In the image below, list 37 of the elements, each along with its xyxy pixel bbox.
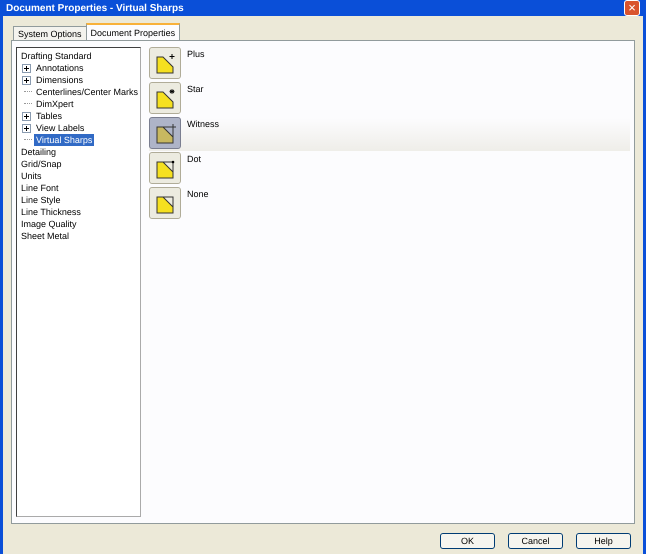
tree-item[interactable]: Line Style — [19, 194, 63, 206]
option-label: Plus — [187, 48, 205, 61]
tree-item[interactable]: Line Thickness — [19, 206, 83, 218]
tree-item[interactable]: Image Quality — [19, 218, 79, 230]
tree-item[interactable]: Grid/Snap — [19, 158, 64, 170]
dialog-button[interactable]: Help — [576, 533, 631, 549]
tree-item[interactable]: Drafting Standard — [19, 50, 94, 62]
option-button[interactable] — [149, 117, 181, 149]
tree-item[interactable]: Tables — [34, 110, 64, 122]
tree-item[interactable]: Virtual Sharps — [34, 134, 94, 146]
tab[interactable]: System Options — [13, 26, 87, 40]
tree-item[interactable]: DimXpert — [34, 98, 76, 110]
tree-item[interactable]: Units — [19, 170, 44, 182]
option-label: None — [187, 188, 209, 201]
window-title: Document Properties - Virtual Sharps — [6, 2, 184, 14]
expand-icon[interactable] — [22, 76, 31, 84]
tree-item[interactable]: Sheet Metal — [19, 230, 72, 242]
option-button[interactable] — [149, 47, 181, 79]
option-label: Witness — [187, 118, 220, 131]
close-button[interactable]: × — [624, 0, 640, 16]
expand-icon[interactable] — [22, 124, 31, 132]
option-button[interactable] — [149, 187, 181, 219]
expand-icon[interactable] — [22, 112, 31, 120]
tab[interactable]: Document Properties — [86, 23, 180, 40]
tree-item[interactable]: Centerlines/Center Marks — [34, 86, 140, 98]
tree-item[interactable]: Detailing — [19, 146, 58, 158]
tree-item[interactable]: View Labels — [34, 122, 86, 134]
tree-item[interactable]: Line Font — [19, 182, 61, 194]
option-label: Dot — [187, 153, 202, 166]
expand-icon[interactable] — [22, 64, 31, 72]
dialog-button[interactable]: Cancel — [508, 533, 563, 549]
dialog-button[interactable]: OK — [440, 533, 495, 549]
option-button[interactable] — [149, 152, 181, 184]
tree-item[interactable]: Dimensions — [34, 74, 86, 86]
tree-item[interactable]: Annotations — [34, 62, 86, 74]
option-button[interactable] — [149, 82, 181, 114]
option-label: Star — [187, 83, 204, 96]
